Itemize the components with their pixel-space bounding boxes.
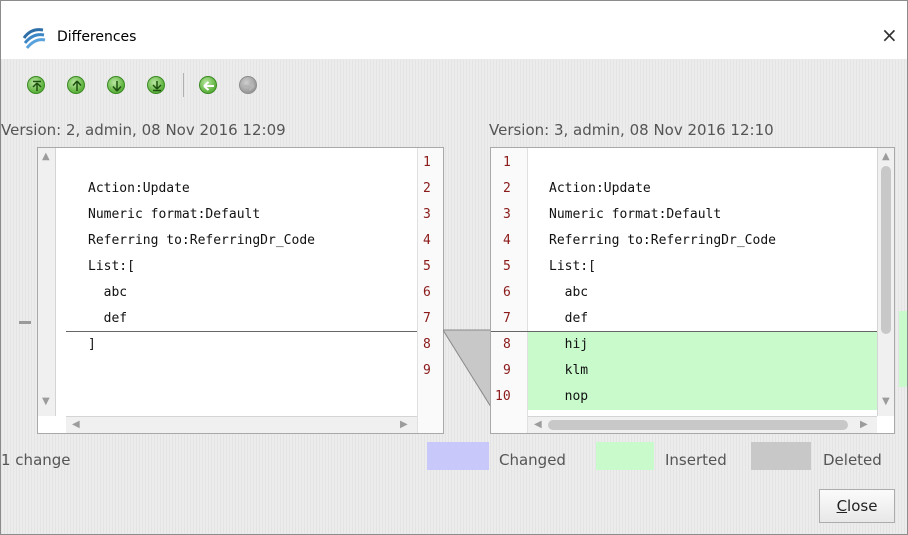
scroll-left-arrow-icon[interactable]: ◀ [72,419,80,431]
right-line-6: abc [549,285,589,300]
right-diff-pane[interactable]: 1 2 3 4 5 6 7 8 9 10 Action:Update Numer… [490,147,895,434]
left-line-number: 6 [423,285,431,300]
right-line-9: klm [549,363,589,378]
close-icon[interactable]: × [881,24,898,46]
scroll-right-arrow-icon[interactable]: ▶ [400,419,408,431]
right-line-number: 8 [503,337,511,352]
left-line-6: abc [88,285,128,300]
deleted-legend-label: Deleted [823,451,882,469]
close-button[interactable]: Close [819,489,895,523]
left-line-number: 7 [423,311,431,326]
left-overview-marker [19,321,31,324]
arrow-down-icon [112,81,122,92]
last-change-button[interactable] [147,76,165,94]
left-line-3: Numeric format:Default [88,207,261,222]
previous-change-button[interactable] [67,76,85,94]
right-horizontal-scrollbar[interactable]: ◀ ▶ [528,416,877,433]
right-line-5: List:[ [549,259,596,274]
scroll-down-arrow-icon[interactable]: ▼ [42,396,50,408]
right-line-number: 4 [503,233,511,248]
differences-window: Differences × Version: 2, admin, 08 Nov … [0,0,908,535]
left-line-number: 5 [423,259,431,274]
diff-app-icon [22,28,46,49]
left-diff-pane[interactable]: ▲ ▼ Action:Update Numeric format:Default… [37,147,444,434]
left-line-number: 3 [423,207,431,222]
right-line-number: 10 [495,389,511,404]
deleted-swatch [751,442,811,470]
left-line-number: 9 [423,363,431,378]
first-change-button[interactable] [27,76,45,94]
left-line-5: List:[ [88,259,135,274]
left-line-number: 2 [423,181,431,196]
left-deletion-marker-line [66,331,417,332]
left-line-8: ] [88,337,96,352]
right-line-number-gutter: 1 2 3 4 5 6 7 8 9 10 [491,148,528,433]
right-line-number: 5 [503,259,511,274]
right-line-2: Action:Update [549,181,651,196]
right-line-10: nop [549,389,589,404]
title-bar: Differences × [1,1,907,59]
right-line-number: 9 [503,363,511,378]
change-count: 1 change [1,451,71,469]
scroll-up-arrow-icon[interactable]: ▲ [882,151,890,163]
toolbar [1,67,907,101]
window-title: Differences [57,29,137,45]
left-line-number: 1 [423,155,431,170]
inserted-legend-label: Inserted [665,451,727,469]
left-line-number-gutter: 1 2 3 4 5 6 7 8 9 [417,148,443,433]
right-line-7: def [549,311,589,326]
scroll-up-arrow-icon[interactable]: ▲ [42,151,50,163]
arrow-left-icon [203,81,214,91]
scroll-left-arrow-icon[interactable]: ◀ [534,419,542,431]
diff-connector [443,329,491,408]
right-version-label: Version: 3, admin, 08 Nov 2016 12:10 [489,121,774,139]
changed-legend-label: Changed [499,451,566,469]
left-code: Action:Update Numeric format:Default Ref… [38,148,443,352]
left-line-2: Action:Update [88,181,190,196]
left-line-number: 4 [423,233,431,248]
changed-swatch [427,442,489,470]
left-horizontal-scrollbar[interactable]: ◀ ▶ [66,416,417,433]
right-line-3: Numeric format:Default [549,207,722,222]
right-line-number: 1 [503,155,511,170]
scroll-down-arrow-icon[interactable]: ▼ [882,396,890,408]
left-line-number: 8 [423,337,431,352]
scroll-right-arrow-icon[interactable]: ▶ [860,419,868,431]
right-line-number: 7 [503,311,511,326]
right-line-number: 3 [503,207,511,222]
right-overview-marker [899,311,907,387]
right-line-number: 2 [503,181,511,196]
right-line-8: hij [549,337,589,352]
left-version-label: Version: 2, admin, 08 Nov 2016 12:09 [1,121,286,139]
arrow-right-icon-disabled [244,81,255,91]
toolbar-separator [183,73,184,97]
right-line-number: 6 [503,285,511,300]
next-change-button[interactable] [107,76,125,94]
copy-to-left-button[interactable] [199,76,217,94]
first-change-icon [32,80,42,91]
inserted-swatch [596,442,654,470]
right-vertical-scroll-thumb[interactable] [881,166,891,334]
left-line-7: def [88,311,128,326]
right-vertical-scrollbar[interactable]: ▲ ▼ [877,148,894,416]
left-line-4: Referring to:ReferringDr_Code [88,233,315,248]
last-change-icon [152,81,162,92]
left-vertical-scrollbar[interactable]: ▲ ▼ [38,148,56,416]
right-line-4: Referring to:ReferringDr_Code [549,233,776,248]
dialog-body: Version: 2, admin, 08 Nov 2016 12:09 Ver… [1,59,907,534]
right-horizontal-scroll-thumb[interactable] [548,420,848,430]
right-code: Action:Update Numeric format:Default Ref… [491,148,894,404]
arrow-up-icon [72,80,82,91]
copy-to-right-button[interactable] [239,76,257,94]
